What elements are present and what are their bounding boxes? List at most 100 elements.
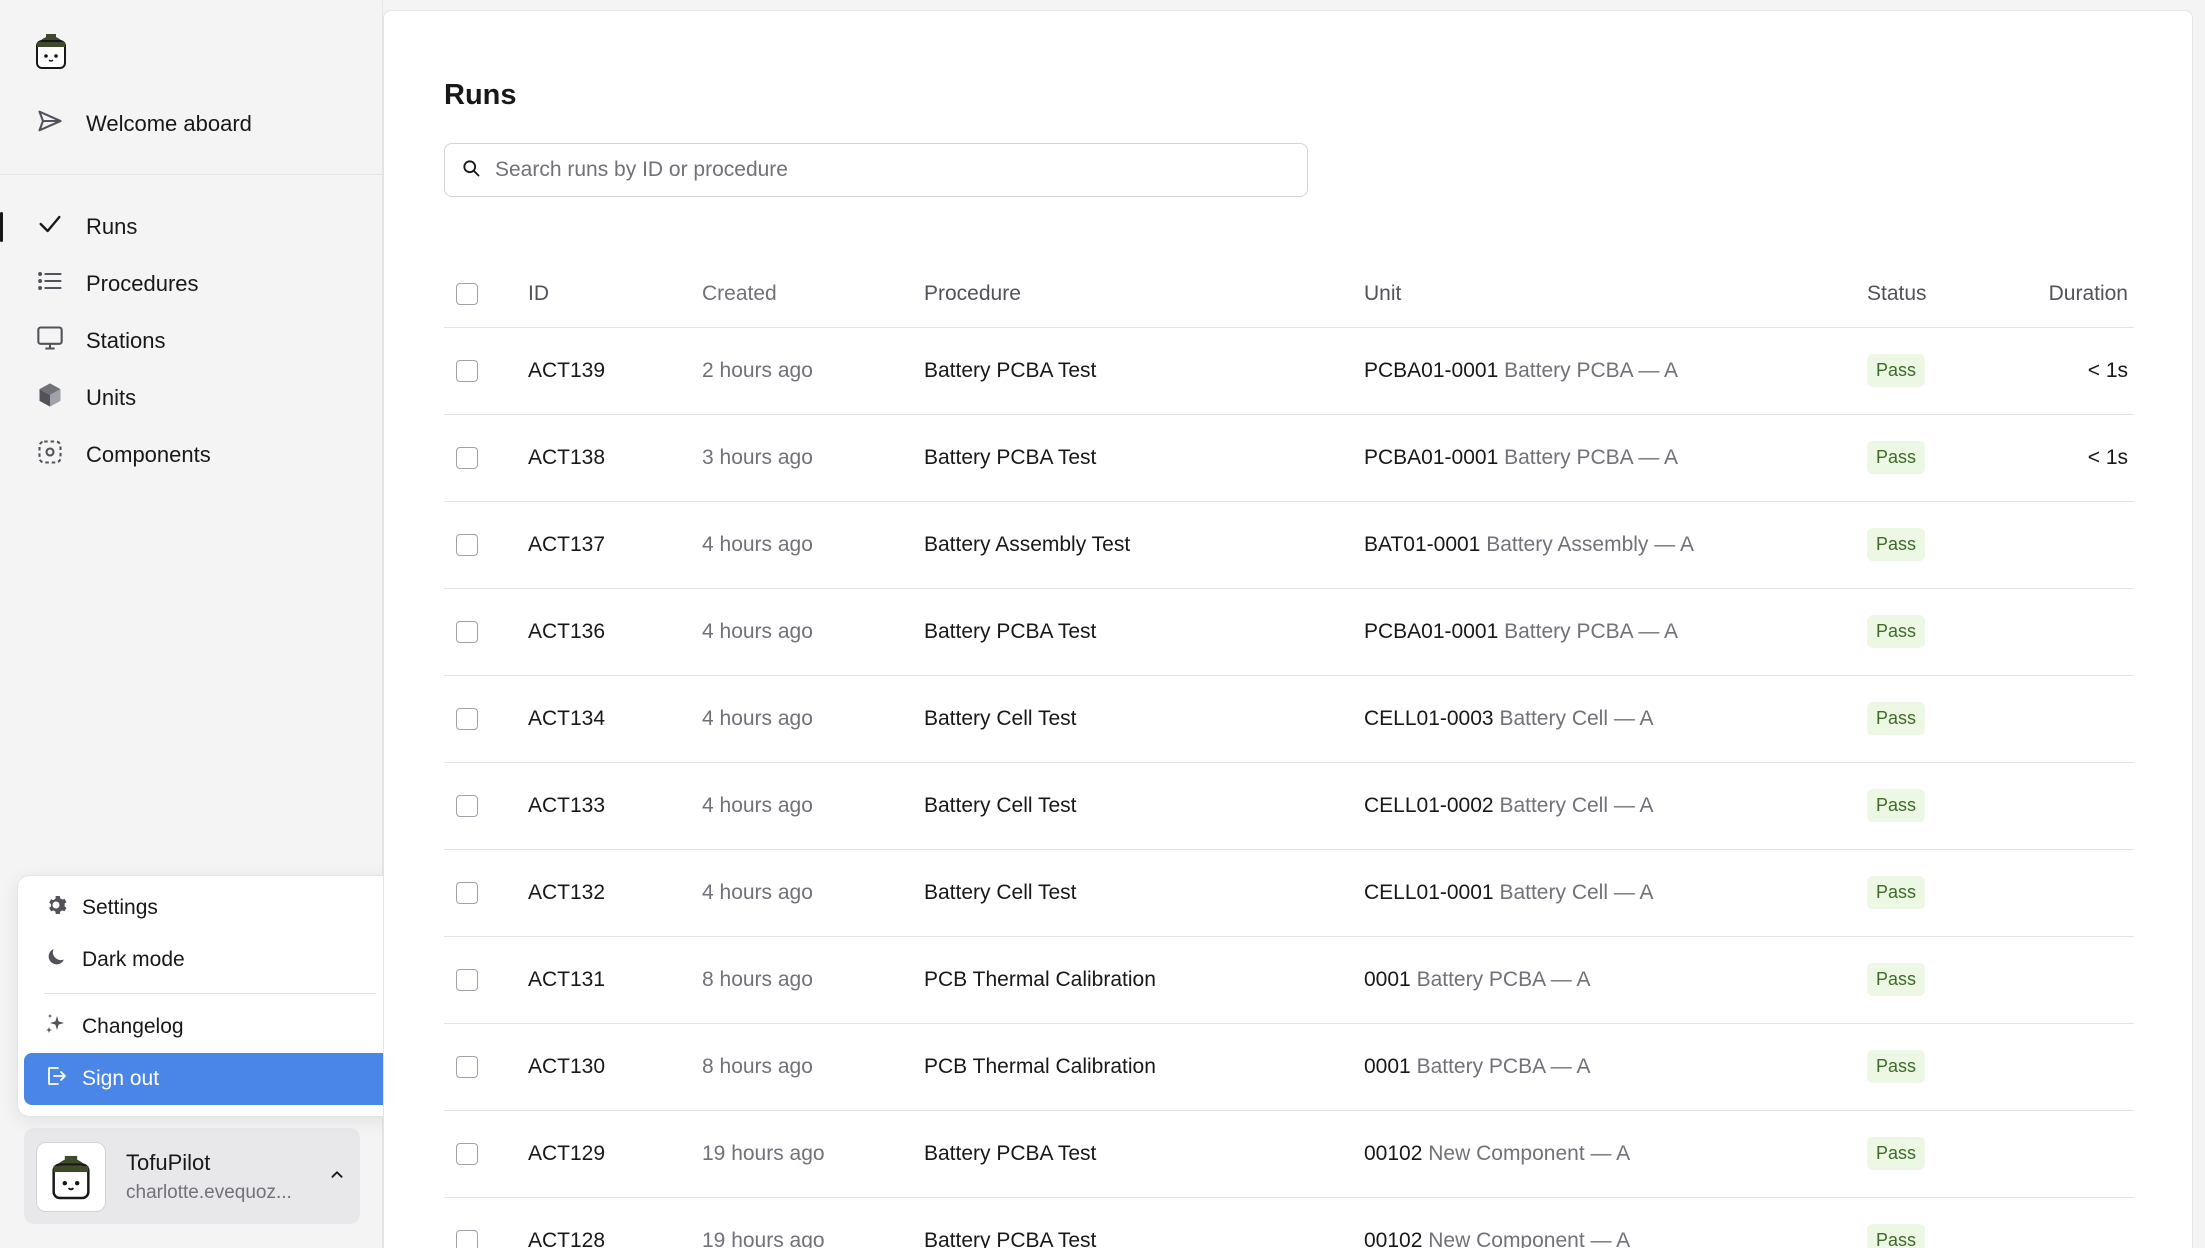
row-select-cell [444,327,528,415]
run-unit: PCBA01-0001 Battery PCBA — A [1364,327,1867,415]
search-box[interactable] [444,143,1308,197]
row-checkbox[interactable] [456,1142,478,1165]
status-badge: Pass [1867,789,1926,822]
column-header-duration[interactable]: Duration [2041,261,2134,328]
unit-serial: PCBA01-0001 [1364,358,1499,382]
run-unit: PCBA01-0001 Battery PCBA — A [1364,414,1867,502]
status-badge: Pass [1867,963,1926,996]
column-header-unit[interactable]: Unit [1364,261,1867,328]
table-row[interactable]: ACT134 4 hours ago Battery Cell Test CEL… [444,675,2134,763]
run-unit: PCBA01-0001 Battery PCBA — A [1364,588,1867,676]
component-icon [36,438,64,472]
unit-serial: PCBA01-0001 [1364,445,1499,469]
status-badge: Pass [1867,1224,1926,1248]
row-checkbox[interactable] [456,707,478,730]
sidebar-item-units[interactable]: Units [0,369,383,426]
run-created: 19 hours ago [702,1110,924,1198]
avatar [36,1142,106,1212]
table-row[interactable]: ACT132 4 hours ago Battery Cell Test CEL… [444,849,2134,937]
unit-description: Battery Cell — A [1499,706,1654,730]
run-created: 4 hours ago [702,588,924,676]
run-unit: CELL01-0001 Battery Cell — A [1364,849,1867,937]
status-badge: Pass [1867,876,1926,909]
run-procedure: PCB Thermal Calibration [924,936,1364,1024]
account-email: charlotte.evequoz... [126,1182,292,1203]
sign-out-icon [44,1064,68,1094]
run-procedure: PCB Thermal Calibration [924,1023,1364,1111]
row-select-cell [444,936,528,1024]
table-row[interactable]: ACT131 8 hours ago PCB Thermal Calibrati… [444,936,2134,1024]
unit-serial: CELL01-0003 [1364,706,1494,730]
run-created: 8 hours ago [702,936,924,1024]
account-name: TofuPilot [126,1150,211,1175]
menu-item-settings[interactable]: Settings [24,882,396,934]
row-checkbox[interactable] [456,446,478,469]
column-header-procedure[interactable]: Procedure [924,261,1364,328]
run-created: 19 hours ago [702,1197,924,1248]
table-row[interactable]: ACT136 4 hours ago Battery PCBA Test PCB… [444,588,2134,676]
row-checkbox[interactable] [456,794,478,817]
run-duration: < 1s [2041,414,2134,502]
run-unit: CELL01-0003 Battery Cell — A [1364,675,1867,763]
run-id: ACT129 [528,1110,702,1198]
table-row[interactable]: ACT139 2 hours ago Battery PCBA Test PCB… [444,327,2134,415]
row-checkbox[interactable] [456,620,478,643]
sidebar-item-procedures[interactable]: Procedures [0,255,383,312]
menu-item-dark-mode[interactable]: Dark mode [24,934,396,986]
account-switcher[interactable]: TofuPilot charlotte.evequoz... [24,1128,360,1224]
run-duration [2041,849,2134,937]
sidebar-item-runs[interactable]: Runs [0,198,383,255]
table-row[interactable]: ACT138 3 hours ago Battery PCBA Test PCB… [444,414,2134,502]
run-created: 2 hours ago [702,327,924,415]
row-select-cell [444,675,528,763]
run-id: ACT134 [528,675,702,763]
sidebar-item-components[interactable]: Components [0,426,383,483]
table-row[interactable]: ACT130 8 hours ago PCB Thermal Calibrati… [444,1023,2134,1111]
sparkles-icon [44,1012,68,1042]
welcome-aboard-link[interactable]: Welcome aboard [36,104,252,144]
table-row[interactable]: ACT137 4 hours ago Battery Assembly Test… [444,501,2134,589]
column-header-status[interactable]: Status [1867,261,2041,328]
unit-serial: PCBA01-0001 [1364,619,1499,643]
run-status: Pass [1867,414,2041,502]
row-checkbox[interactable] [456,881,478,904]
run-created: 4 hours ago [702,849,924,937]
run-procedure: Battery Assembly Test [924,501,1364,589]
column-header-created[interactable]: Created [702,261,924,328]
row-checkbox[interactable] [456,359,478,382]
run-procedure: Battery PCBA Test [924,327,1364,415]
select-all-checkbox[interactable] [456,283,478,306]
menu-item-changelog[interactable]: Changelog [24,1001,396,1053]
run-unit: 0001 Battery PCBA — A [1364,1023,1867,1111]
row-checkbox[interactable] [456,1229,478,1248]
send-icon [36,107,64,141]
row-checkbox[interactable] [456,1055,478,1078]
run-id: ACT128 [528,1197,702,1248]
unit-description: New Component — A [1428,1228,1631,1248]
monitor-icon [36,324,64,358]
run-created: 4 hours ago [702,675,924,763]
menu-item-sign-out[interactable]: Sign out [24,1053,396,1105]
unit-description: Battery PCBA — A [1416,1054,1591,1078]
tofupilot-logo-icon[interactable] [30,30,72,72]
unit-description: Battery PCBA — A [1504,358,1679,382]
run-created: 3 hours ago [702,414,924,502]
table-row[interactable]: ACT129 19 hours ago Battery PCBA Test 00… [444,1110,2134,1198]
table-row[interactable]: ACT133 4 hours ago Battery Cell Test CEL… [444,762,2134,850]
column-header-id[interactable]: ID [528,261,702,328]
unit-serial: 0001 [1364,967,1411,991]
run-duration [2041,588,2134,676]
main-panel: Runs ID Created Procedure Unit Status Du… [383,10,2193,1248]
sidebar-item-stations[interactable]: Stations [0,312,383,369]
gear-icon [44,893,68,923]
table-row[interactable]: ACT128 19 hours ago Battery PCBA Test 00… [444,1197,2134,1248]
row-checkbox[interactable] [456,533,478,556]
menu-item-label: Changelog [82,1015,184,1038]
run-created: 4 hours ago [702,762,924,850]
run-id: ACT139 [528,327,702,415]
search-input[interactable] [495,158,1275,182]
menu-item-label: Sign out [82,1067,160,1090]
run-status: Pass [1867,1110,2041,1198]
run-created: 4 hours ago [702,501,924,589]
row-checkbox[interactable] [456,968,478,991]
